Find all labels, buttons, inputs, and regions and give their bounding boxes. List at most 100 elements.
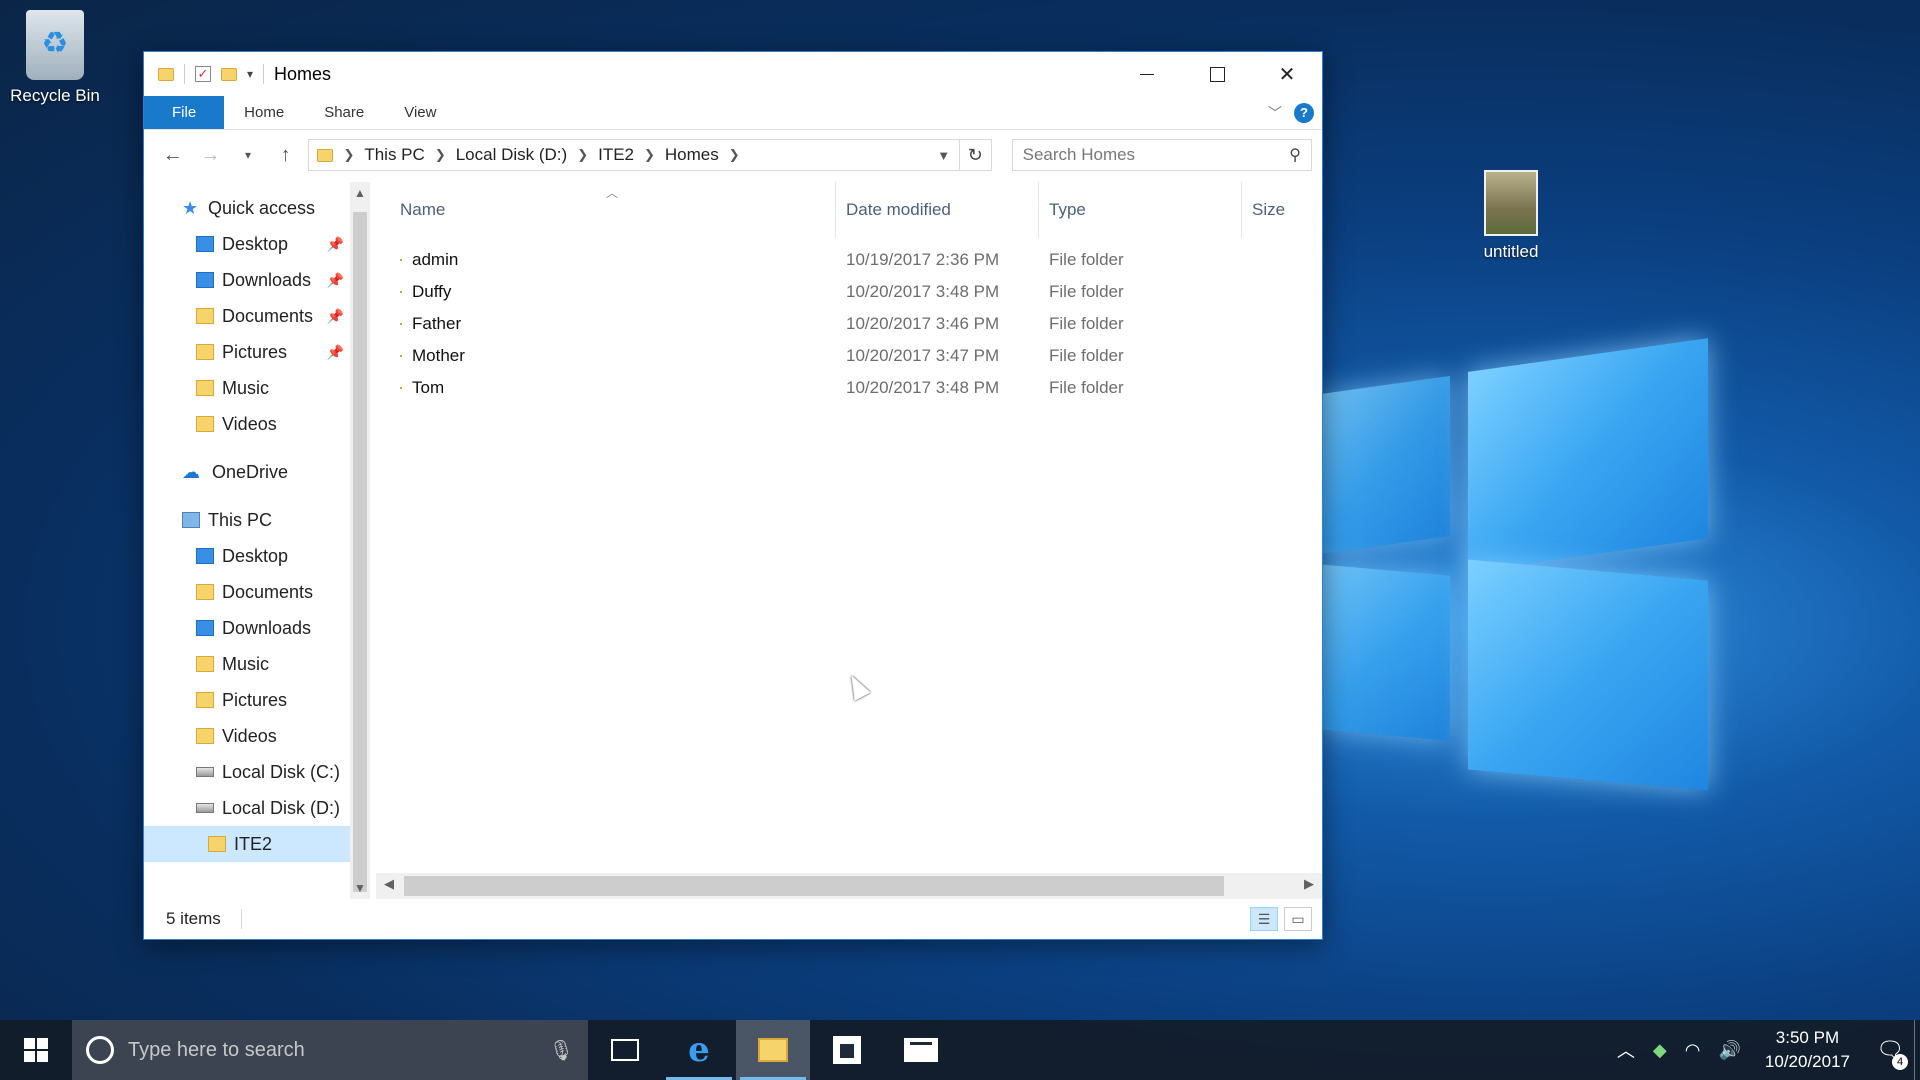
folder-icon [400,259,402,261]
scroll-up-icon[interactable]: ▲ [350,186,370,200]
tab-home[interactable]: Home [224,96,304,129]
nav-item-pc-videos[interactable]: Videos [144,718,350,754]
scrollbar-thumb[interactable] [352,212,367,892]
details-view-icon[interactable]: ☰ [1250,907,1278,931]
title-bar[interactable]: ✓ ▾ Homes ✕ [144,52,1322,96]
back-arrow-icon[interactable]: ← [158,144,188,167]
search-icon[interactable]: ⚲ [1289,145,1301,165]
nav-item-quick-access[interactable]: ★ Quick access [144,190,350,226]
column-header-date-modified[interactable]: Date modified [836,182,1039,238]
pin-icon[interactable]: 📌 [326,308,343,325]
task-view-button[interactable] [588,1020,662,1080]
help-icon[interactable]: ? [1294,102,1314,123]
pin-icon[interactable]: 📌 [326,344,343,361]
column-header-type[interactable]: Type [1039,182,1242,238]
edge-taskbar-button[interactable]: e [662,1020,736,1080]
breadcrumb-homes[interactable]: Homes [665,145,719,165]
scroll-down-icon[interactable]: ▼ [350,881,370,895]
store-taskbar-button[interactable] [810,1020,884,1080]
large-icons-view-icon[interactable]: ▭ [1284,907,1312,931]
nav-item-this-pc[interactable]: This PC [144,502,350,538]
file-row[interactable]: Father 10/20/2017 3:46 PM File folder [370,308,1322,340]
chevron-right-icon[interactable]: ❯ [644,147,655,163]
nav-item-pc-pictures[interactable]: Pictures [144,682,350,718]
pin-icon[interactable]: 📌 [326,236,343,253]
search-input[interactable] [1022,145,1290,165]
taskbar-search[interactable]: 🎙 [72,1020,588,1080]
clock-date: 10/20/2017 [1764,1052,1850,1071]
up-arrow-icon[interactable]: ↑ [271,144,301,167]
file-date: 10/20/2017 3:48 PM [846,378,1000,397]
file-explorer-icon [758,1038,788,1062]
scroll-left-icon[interactable]: ◀ [384,876,394,892]
tab-file[interactable]: File [144,96,225,129]
horizontal-scrollbar[interactable]: ◀ ▶ [376,873,1322,899]
chevron-right-icon[interactable]: ❯ [729,147,740,163]
nav-item-pc-documents[interactable]: Documents [144,574,350,610]
chevron-right-icon[interactable]: ❯ [343,147,354,163]
nav-scrollbar[interactable]: ▲ ▼ [349,182,370,899]
nav-item-pictures[interactable]: Pictures 📌 [144,334,350,370]
nav-item-pc-downloads[interactable]: Downloads [144,610,350,646]
microphone-icon[interactable]: 🎙 [549,1038,574,1063]
mail-taskbar-button[interactable] [884,1020,958,1080]
file-explorer-taskbar-button[interactable] [736,1020,810,1080]
pin-icon[interactable]: 📌 [326,272,343,289]
chevron-down-icon[interactable]: ▼ [929,148,959,163]
nav-item-onedrive[interactable]: ☁ OneDrive [144,454,350,490]
breadcrumb-local-disk-d[interactable]: Local Disk (D:) [456,145,567,165]
nav-item-pc-music[interactable]: Music [144,646,350,682]
file-row[interactable]: Mother 10/20/2017 3:47 PM File folder [370,340,1322,372]
untitled-label: untitled [1483,242,1539,261]
nav-item-local-disk-d[interactable]: Local Disk (D:) [144,790,350,826]
nav-item-downloads[interactable]: Downloads 📌 [144,262,350,298]
forward-arrow-icon[interactable]: → [196,144,226,167]
refresh-icon[interactable]: ↻ [958,140,991,170]
file-name: Tom [412,378,445,397]
breadcrumb-this-pc[interactable]: This PC [364,145,424,165]
chevron-right-icon[interactable]: ❯ [577,147,588,163]
scroll-right-icon[interactable]: ▶ [1304,876,1314,892]
tab-view[interactable]: View [384,96,456,129]
recent-locations-icon[interactable]: ▾ [233,148,263,162]
address-bar[interactable]: ❯ This PC ❯ Local Disk (D:) ❯ ITE2 ❯ Hom… [308,139,992,171]
nav-item-pc-desktop[interactable]: Desktop [144,538,350,574]
volume-icon[interactable]: 🔊 [1718,1040,1740,1061]
properties-icon[interactable]: ✓ [195,66,211,82]
recycle-bin-desktop-icon[interactable]: Recycle Bin [0,10,110,106]
clock[interactable]: 3:50 PM 10/20/2017 [1765,1026,1850,1074]
nav-item-music[interactable]: Music [144,370,350,406]
start-button[interactable] [0,1020,72,1080]
maximize-button[interactable] [1182,52,1252,96]
taskbar-search-input[interactable] [128,1038,535,1062]
search-box[interactable]: ⚲ [1011,139,1312,171]
action-center-button[interactable]: 🗨 4 [1866,1020,1914,1080]
untitled-desktop-icon[interactable]: untitled [1456,170,1566,262]
file-row[interactable]: Tom 10/20/2017 3:48 PM File folder [370,372,1322,404]
close-button[interactable]: ✕ [1252,52,1322,96]
nav-item-desktop[interactable]: Desktop 📌 [144,226,350,262]
show-desktop-button[interactable] [1914,1020,1920,1080]
scrollbar-thumb[interactable] [404,876,1224,896]
file-date: 10/20/2017 3:48 PM [846,282,1000,301]
nav-item-local-disk-c[interactable]: Local Disk (C:) [144,754,350,790]
minimize-button[interactable] [1112,52,1182,96]
security-icon[interactable]: ◆ [1653,1040,1667,1061]
chevron-right-icon[interactable]: ❯ [435,147,446,163]
new-folder-icon[interactable] [221,67,237,81]
customize-toolbar-icon[interactable]: ▾ [247,67,253,81]
nav-item-videos[interactable]: Videos [144,406,350,442]
tab-share[interactable]: Share [304,96,384,129]
breadcrumb-ite2[interactable]: ITE2 [598,145,634,165]
expand-ribbon-icon[interactable]: ﹀ [1268,103,1282,123]
folder-icon [400,291,402,293]
recycle-bin-label: Recycle Bin [10,86,100,105]
drive-icon [196,767,214,777]
column-header-size[interactable]: Size [1242,182,1322,238]
network-icon[interactable]: ◠ [1685,1040,1701,1061]
nav-item-documents[interactable]: Documents 📌 [144,298,350,334]
file-row[interactable]: Duffy 10/20/2017 3:48 PM File folder [370,276,1322,308]
file-row[interactable]: admin 10/19/2017 2:36 PM File folder [370,244,1322,276]
show-hidden-icons-icon[interactable]: ︿ [1617,1037,1635,1063]
nav-item-ite2[interactable]: ITE2 [144,826,350,862]
